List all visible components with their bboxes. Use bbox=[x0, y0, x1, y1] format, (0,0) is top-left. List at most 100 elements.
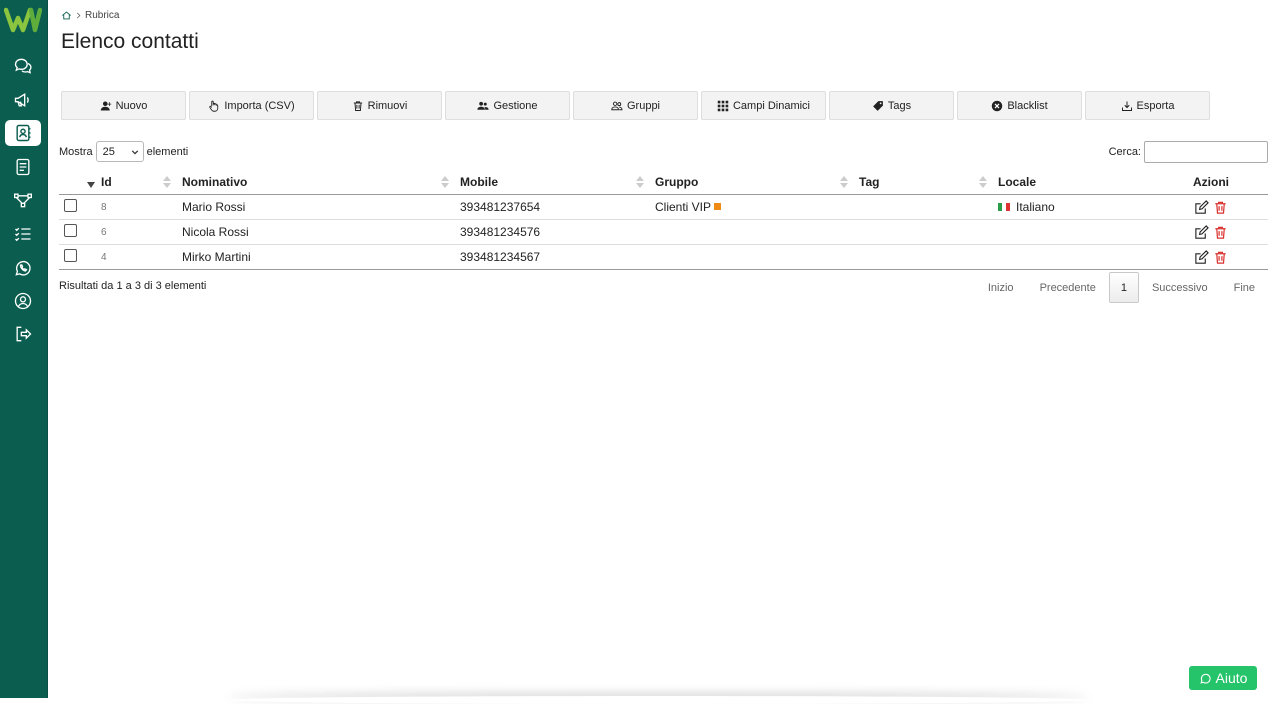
contacts-table: Id Nominativo Mobile Gruppo Tag Locale A… bbox=[59, 170, 1268, 270]
cell-tag bbox=[854, 219, 993, 245]
cell-actions bbox=[1154, 194, 1268, 220]
new-contact-button[interactable]: Nuovo bbox=[61, 91, 186, 120]
table-row[interactable]: 8 Mario Rossi 393481237654 Clienti VIP I… bbox=[59, 194, 1268, 220]
delete-icon[interactable] bbox=[1213, 250, 1228, 265]
search-label: Cerca: bbox=[1108, 146, 1141, 158]
cell-id: 8 bbox=[96, 194, 177, 220]
home-icon[interactable] bbox=[61, 10, 72, 21]
help-label: Aiuto bbox=[1215, 670, 1248, 686]
table-row[interactable]: 6 Nicola Rossi 393481234576 bbox=[59, 219, 1268, 245]
sidebar-item-whatsapp[interactable] bbox=[5, 255, 41, 281]
group-color-swatch bbox=[714, 203, 722, 210]
column-header-id[interactable]: Id bbox=[96, 170, 177, 195]
page-length-value: 25 bbox=[102, 145, 115, 158]
sidebar-item-contacts[interactable] bbox=[5, 120, 41, 146]
megaphone-icon bbox=[14, 92, 29, 108]
app-logo[interactable] bbox=[4, 6, 42, 34]
pagination-first[interactable]: Inizio bbox=[975, 273, 1027, 302]
table-info: Risultati da 1 a 3 di 3 elementi bbox=[59, 280, 207, 292]
document-icon bbox=[16, 158, 30, 176]
sidebar-item-tasks[interactable] bbox=[5, 221, 41, 247]
pagination-page-current[interactable]: 1 bbox=[1108, 272, 1139, 303]
groups-button[interactable]: Gruppi bbox=[573, 91, 698, 120]
column-header-label: Gruppo bbox=[655, 175, 699, 189]
manage-label: Gestione bbox=[493, 99, 538, 112]
sort-icon bbox=[979, 176, 987, 188]
import-csv-label: Importa (CSV) bbox=[224, 99, 295, 112]
ban-icon bbox=[992, 100, 1003, 111]
delete-icon[interactable] bbox=[1213, 200, 1228, 215]
column-header-mobile[interactable]: Mobile bbox=[455, 170, 650, 195]
page-length-select[interactable]: 25 bbox=[95, 141, 144, 162]
sidebar-item-workflow[interactable] bbox=[5, 187, 41, 213]
edit-icon[interactable] bbox=[1194, 224, 1209, 240]
tag-icon bbox=[873, 100, 883, 111]
toolbar: Nuovo Importa (CSV) Rimuovi Gestione Gru… bbox=[61, 91, 1210, 120]
cell-mobile: 393481234576 bbox=[455, 219, 650, 245]
trash-icon bbox=[353, 100, 362, 111]
cell-tag bbox=[854, 244, 993, 270]
breadcrumb: Rubrica bbox=[61, 10, 119, 21]
sort-icon bbox=[163, 176, 171, 188]
column-header-tag[interactable]: Tag bbox=[854, 170, 993, 195]
whatsapp-icon bbox=[15, 260, 31, 276]
row-checkbox[interactable] bbox=[64, 224, 77, 237]
row-checkbox[interactable] bbox=[64, 199, 77, 212]
pagination-prev[interactable]: Precedente bbox=[1027, 273, 1109, 302]
download-icon bbox=[1121, 101, 1132, 111]
table-header-row: Id Nominativo Mobile Gruppo Tag Locale A… bbox=[59, 170, 1268, 195]
row-checkbox[interactable] bbox=[64, 249, 77, 262]
column-header-azioni: Azioni bbox=[1154, 170, 1268, 195]
sidebar-item-logout[interactable] bbox=[5, 321, 41, 347]
sidebar-item-campaigns[interactable] bbox=[5, 87, 41, 113]
import-csv-button[interactable]: Importa (CSV) bbox=[189, 91, 314, 120]
column-header-nominativo[interactable]: Nominativo bbox=[177, 170, 455, 195]
pagination-last[interactable]: Fine bbox=[1221, 273, 1268, 302]
italy-flag-icon bbox=[998, 203, 1010, 211]
help-button[interactable]: Aiuto bbox=[1189, 666, 1257, 690]
column-header-label: Locale bbox=[998, 175, 1037, 189]
pagination-next[interactable]: Successivo bbox=[1139, 273, 1221, 302]
groups-label: Gruppi bbox=[626, 99, 661, 112]
manage-button[interactable]: Gestione bbox=[445, 91, 570, 120]
edit-icon[interactable] bbox=[1194, 199, 1209, 215]
pagination: Inizio Precedente 1 Successivo Fine bbox=[975, 272, 1268, 303]
edit-icon[interactable] bbox=[1194, 249, 1209, 265]
export-label: Esporta bbox=[1136, 99, 1175, 112]
sidebar-item-templates[interactable] bbox=[5, 154, 41, 180]
cell-group bbox=[650, 244, 854, 270]
page-length-control: Mostra 25 elementi bbox=[59, 141, 188, 162]
sort-icon bbox=[636, 176, 644, 188]
sidebar bbox=[0, 0, 48, 698]
export-button[interactable]: Esporta bbox=[1085, 91, 1210, 120]
cell-mobile: 393481234567 bbox=[455, 244, 650, 270]
page-title: Elenco contatti bbox=[61, 30, 199, 53]
dynamic-fields-button[interactable]: Campi Dinamici bbox=[701, 91, 826, 120]
column-header-gruppo[interactable]: Gruppo bbox=[650, 170, 854, 195]
grid-icon bbox=[717, 100, 729, 111]
length-prefix: Mostra bbox=[59, 145, 93, 158]
cell-mobile: 393481237654 bbox=[455, 194, 650, 220]
main-content: Rubrica Elenco contatti Nuovo Importa (C… bbox=[47, 0, 1280, 698]
sidebar-item-chat[interactable] bbox=[5, 53, 41, 79]
blacklist-button[interactable]: Blacklist bbox=[957, 91, 1082, 120]
tags-label: Tags bbox=[887, 99, 912, 112]
search-input[interactable] bbox=[1144, 141, 1268, 163]
cell-name: Mario Rossi bbox=[177, 194, 455, 220]
cell-actions bbox=[1154, 244, 1268, 270]
delete-icon[interactable] bbox=[1213, 225, 1228, 240]
search-control: Cerca: bbox=[1109, 141, 1268, 163]
cell-group: Clienti VIP bbox=[650, 194, 854, 220]
contacts-icon bbox=[16, 124, 31, 142]
select-all-header[interactable] bbox=[59, 170, 96, 195]
tags-button[interactable]: Tags bbox=[829, 91, 954, 120]
cell-name: Mirko Martini bbox=[177, 244, 455, 270]
table-row[interactable]: 4 Mirko Martini 393481234567 bbox=[59, 244, 1268, 270]
sidebar-item-profile[interactable] bbox=[5, 288, 41, 314]
bottom-shadow bbox=[227, 696, 1090, 704]
column-header-locale[interactable]: Locale bbox=[993, 170, 1154, 195]
whatsapp-icon bbox=[1199, 673, 1211, 684]
blacklist-label: Blacklist bbox=[1007, 99, 1048, 112]
remove-button[interactable]: Rimuovi bbox=[317, 91, 442, 120]
locale-label: Italiano bbox=[1016, 200, 1055, 214]
